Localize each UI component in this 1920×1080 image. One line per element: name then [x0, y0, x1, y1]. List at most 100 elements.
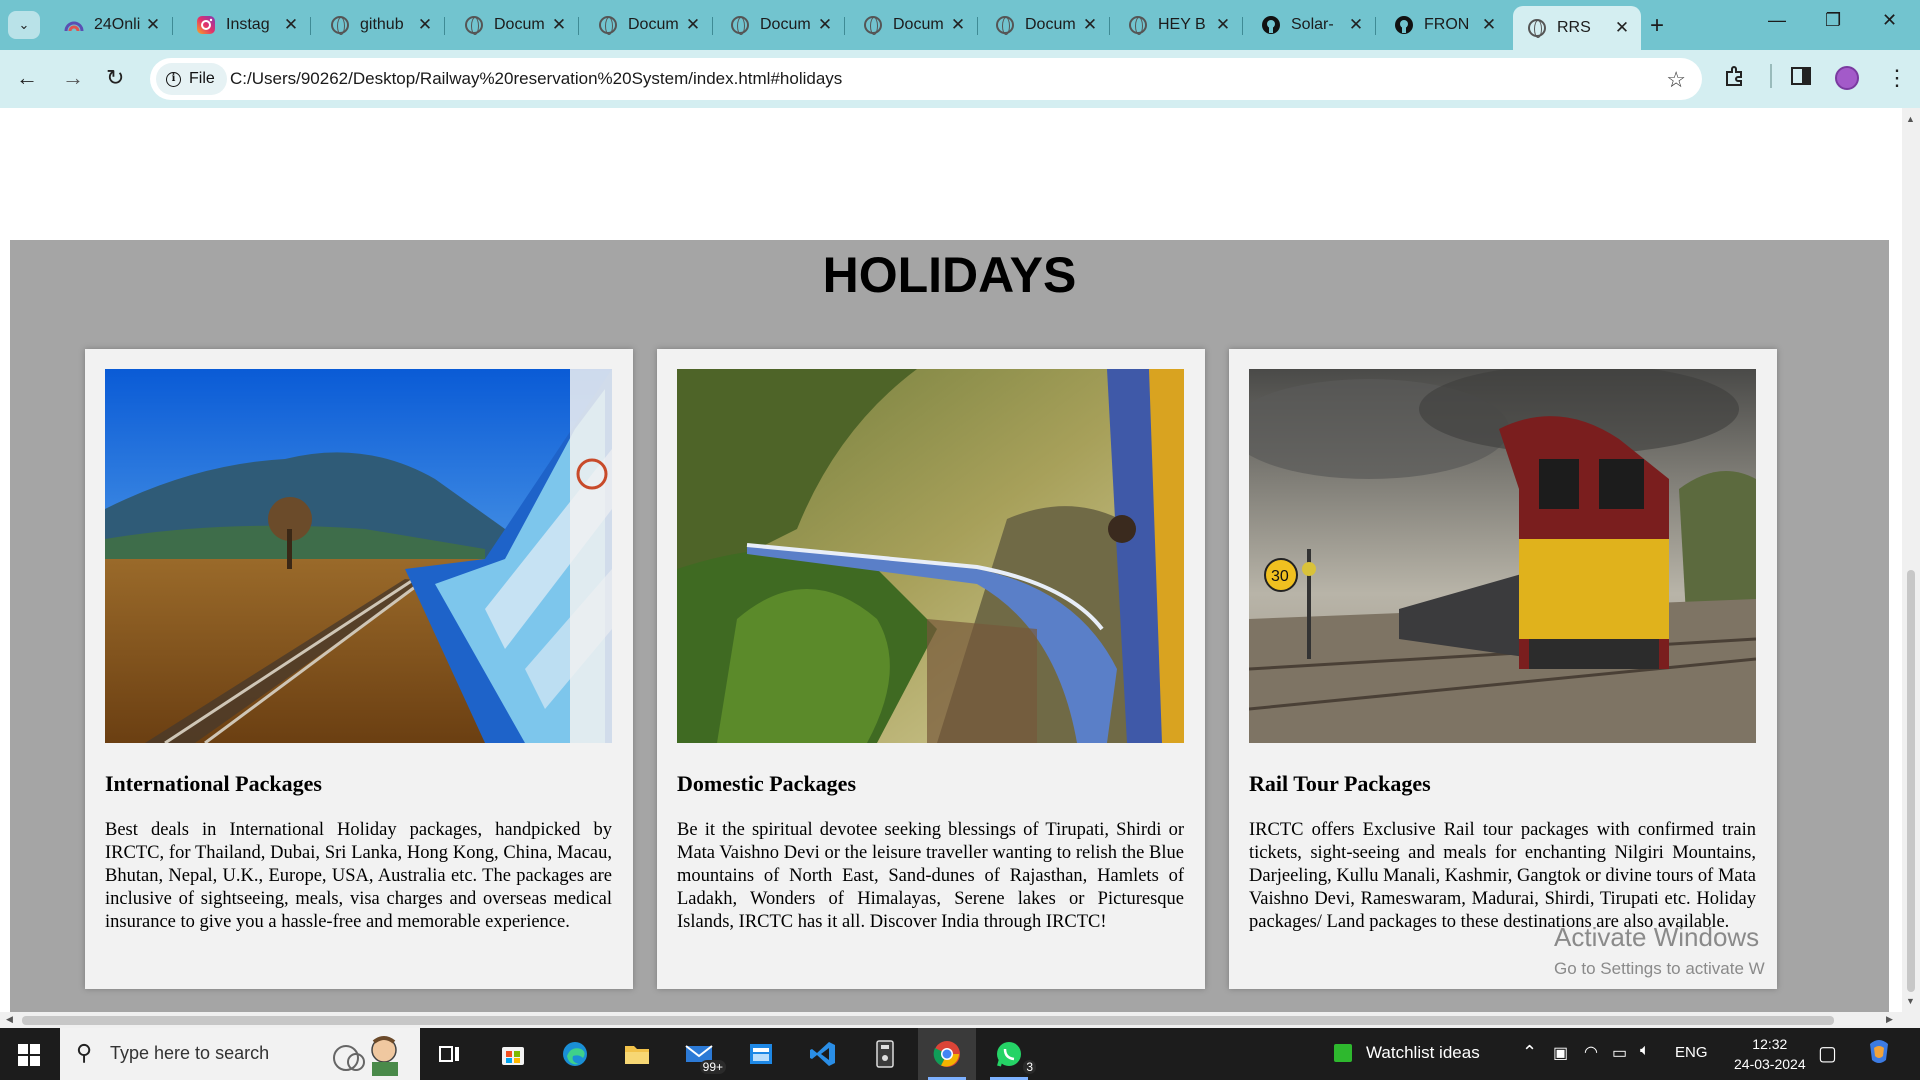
close-icon[interactable]: ✕ [282, 15, 300, 35]
browser-tab[interactable]: github ✕ [316, 8, 445, 42]
globe-icon [464, 15, 484, 35]
windows-taskbar: ⚲ Type here to search 99+ 3 Watchlist id… [0, 1028, 1920, 1080]
tab-label: Docum [494, 16, 545, 33]
bookmark-star-icon[interactable]: ☆ [1666, 67, 1686, 93]
page-viewport: HOLIDAYS International Packages Best dea… [0, 108, 1902, 1012]
scroll-up-arrow-icon[interactable]: ▲ [1906, 114, 1915, 124]
chrome-browser-icon[interactable] [918, 1028, 976, 1080]
vertical-scrollbar[interactable]: ▲ ▼ [1902, 108, 1920, 1012]
wifi-icon[interactable]: ◠ [1584, 1042, 1598, 1062]
train-bridge-forest-image [677, 369, 1184, 743]
tab-label: RRS [1557, 19, 1591, 36]
tab-label: FRON [1424, 16, 1470, 33]
freight-locomotive-image: 30 [1249, 369, 1756, 743]
browser-tab[interactable]: Docum ✕ [716, 8, 845, 42]
browser-tab[interactable]: Docum ✕ [981, 8, 1110, 42]
github-icon [1394, 15, 1414, 35]
browser-tab[interactable]: FRON ✕ [1380, 8, 1508, 42]
tab-label: Docum [1025, 16, 1076, 33]
horizontal-scroll-thumb[interactable] [22, 1016, 1834, 1025]
url-text[interactable]: C:/Users/90262/Desktop/Railway%20reserva… [230, 69, 842, 89]
close-icon[interactable]: ✕ [1613, 18, 1631, 38]
scroll-down-arrow-icon[interactable]: ▼ [1906, 996, 1915, 1006]
address-bar[interactable]: i File C:/Users/90262/Desktop/Railway%20… [150, 58, 1702, 100]
widget-watchlist[interactable]: Watchlist ideas [1334, 1043, 1480, 1063]
close-icon[interactable]: ✕ [1347, 15, 1365, 35]
forward-button[interactable]: → [62, 65, 84, 91]
search-highlight-illustration-icon [322, 1032, 412, 1076]
battery-icon[interactable]: ▭ [1612, 1043, 1627, 1063]
whatsapp-icon[interactable]: 3 [980, 1028, 1038, 1080]
close-icon[interactable]: ✕ [1081, 15, 1099, 35]
side-panel-icon[interactable] [1790, 65, 1812, 93]
tab-label: Solar- [1291, 16, 1334, 33]
close-window-button[interactable]: ✕ [1882, 10, 1897, 31]
new-tab-button[interactable]: + [1650, 12, 1664, 40]
tab-search-button[interactable]: ⌄ [8, 11, 40, 39]
taskbar-search-box[interactable]: ⚲ Type here to search [60, 1028, 420, 1080]
back-button[interactable]: ← [16, 65, 38, 91]
notifications-icon[interactable]: ▢ [1818, 1041, 1837, 1066]
github-icon [1261, 15, 1281, 35]
show-hidden-icons-chevron-icon[interactable]: ⌃ [1522, 1042, 1537, 1063]
close-icon[interactable]: ✕ [416, 15, 434, 35]
close-icon[interactable]: ✕ [550, 15, 568, 35]
tab-label: 24Onli [94, 16, 141, 33]
vscode-icon[interactable] [794, 1028, 852, 1080]
site-info-label: File [189, 70, 215, 87]
minimize-button[interactable]: — [1768, 10, 1786, 31]
system-clock[interactable]: 12:32 24-03-2024 [1734, 1034, 1806, 1074]
browser-toolbar: ← → ↻ i File C:/Users/90262/Desktop/Rail… [0, 50, 1920, 108]
browser-tab[interactable]: Docum ✕ [849, 8, 978, 42]
tab-strip: ⌄ 24Onli ✕ Instag ✕ github ✕ Docum ✕ Doc… [0, 0, 1920, 50]
close-icon[interactable]: ✕ [1480, 15, 1498, 35]
tab-label: Docum [760, 16, 811, 33]
meet-now-icon[interactable]: ▣ [1553, 1043, 1568, 1063]
mail-icon[interactable]: 99+ [670, 1028, 728, 1080]
card-title: Domestic Packages [677, 771, 857, 796]
task-view-icon[interactable] [421, 1028, 479, 1080]
reload-button[interactable]: ↻ [106, 65, 124, 91]
browser-tab[interactable]: Docum ✕ [584, 8, 713, 42]
windows-start-icon[interactable] [18, 1044, 40, 1066]
watermark-title: Activate Windows [1554, 922, 1760, 952]
horizontal-scrollbar[interactable]: ◀ ▶ [0, 1012, 1902, 1028]
close-icon[interactable]: ✕ [816, 15, 834, 35]
package-card-rail-tour: 30 Rail Tour Packages IRCTC offers Exclu… [1229, 349, 1777, 989]
globe-icon [1527, 18, 1547, 38]
copilot-icon[interactable] [1866, 1038, 1892, 1071]
volume-icon[interactable]: 🔈︎ [1640, 1042, 1650, 1060]
restore-button[interactable]: ❐ [1825, 10, 1841, 31]
toolbar-divider [1770, 64, 1772, 88]
card-description: Be it the spiritual devotee seeking bles… [677, 820, 1184, 932]
microsoft-store-icon[interactable] [484, 1028, 542, 1080]
browser-tab-active[interactable]: RRS ✕ [1513, 6, 1641, 50]
news-app-icon[interactable] [732, 1028, 790, 1080]
calculator-app-icon[interactable] [856, 1028, 914, 1080]
browser-tab[interactable]: Solar- ✕ [1247, 8, 1376, 42]
browser-tab[interactable]: HEY B ✕ [1114, 8, 1243, 42]
close-icon[interactable]: ✕ [144, 15, 162, 35]
site-info-chip[interactable]: i File [156, 63, 227, 95]
close-icon[interactable]: ✕ [684, 15, 702, 35]
globe-icon [330, 15, 350, 35]
close-icon[interactable]: ✕ [1214, 15, 1232, 35]
language-indicator[interactable]: ENG [1675, 1044, 1708, 1061]
file-explorer-icon[interactable] [608, 1028, 666, 1080]
edge-browser-icon[interactable] [546, 1028, 604, 1080]
extensions-icon[interactable] [1724, 65, 1746, 93]
menu-kebab-icon[interactable]: ⋮ [1886, 65, 1908, 91]
train-landscape-image [105, 369, 612, 743]
mail-unread-badge: 99+ [699, 1060, 726, 1074]
vertical-scroll-thumb[interactable] [1907, 570, 1915, 992]
browser-tab[interactable]: 24Onli ✕ [50, 8, 173, 42]
instagram-icon [196, 15, 216, 35]
browser-tab[interactable]: Instag ✕ [182, 8, 311, 42]
browser-tab[interactable]: Docum ✕ [450, 8, 579, 42]
profile-avatar[interactable] [1835, 66, 1859, 90]
close-icon[interactable]: ✕ [949, 15, 967, 35]
scroll-right-arrow-icon[interactable]: ▶ [1886, 1014, 1893, 1025]
tab-label: Instag [226, 16, 270, 33]
scroll-left-arrow-icon[interactable]: ◀ [6, 1014, 13, 1025]
info-icon: i [166, 71, 181, 87]
